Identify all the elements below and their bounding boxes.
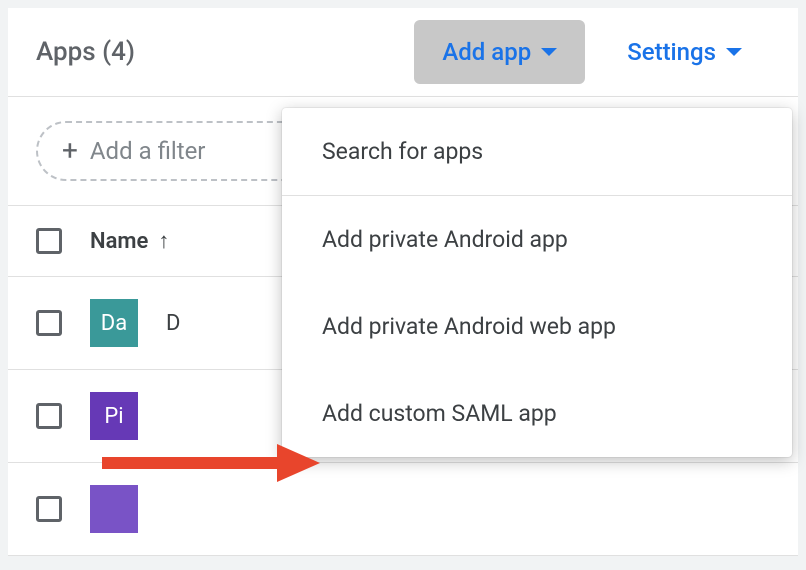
menu-item-custom-saml-app[interactable]: Add custom SAML app — [282, 370, 792, 457]
row-checkbox[interactable] — [36, 403, 62, 429]
row-checkbox[interactable] — [36, 496, 62, 522]
add-app-label: Add app — [442, 38, 531, 66]
app-name: D — [166, 311, 180, 336]
filter-placeholder: Add a filter — [90, 137, 206, 165]
select-all-checkbox[interactable] — [36, 228, 62, 254]
page-title: Apps (4) — [36, 37, 135, 67]
menu-item-search-apps[interactable]: Search for apps — [282, 108, 792, 195]
chevron-down-icon — [541, 48, 557, 56]
chevron-down-icon — [726, 48, 742, 56]
settings-button[interactable]: Settings — [599, 20, 770, 84]
app-avatar — [90, 485, 138, 533]
sort-ascending-icon: ↑ — [158, 228, 169, 254]
plus-icon: + — [62, 137, 78, 165]
row-checkbox[interactable] — [36, 310, 62, 336]
app-avatar: Da — [90, 299, 138, 347]
menu-item-private-android-web-app[interactable]: Add private Android web app — [282, 283, 792, 370]
table-row[interactable] — [8, 463, 798, 556]
settings-label: Settings — [627, 38, 716, 66]
column-header-name[interactable]: Name ↑ — [90, 228, 169, 254]
add-app-dropdown-menu: Search for apps Add private Android app … — [282, 108, 792, 457]
toolbar: Apps (4) Add app Settings — [8, 8, 798, 97]
menu-item-private-android-app[interactable]: Add private Android app — [282, 196, 792, 283]
app-avatar: Pi — [90, 392, 138, 440]
add-app-button[interactable]: Add app — [414, 20, 585, 84]
